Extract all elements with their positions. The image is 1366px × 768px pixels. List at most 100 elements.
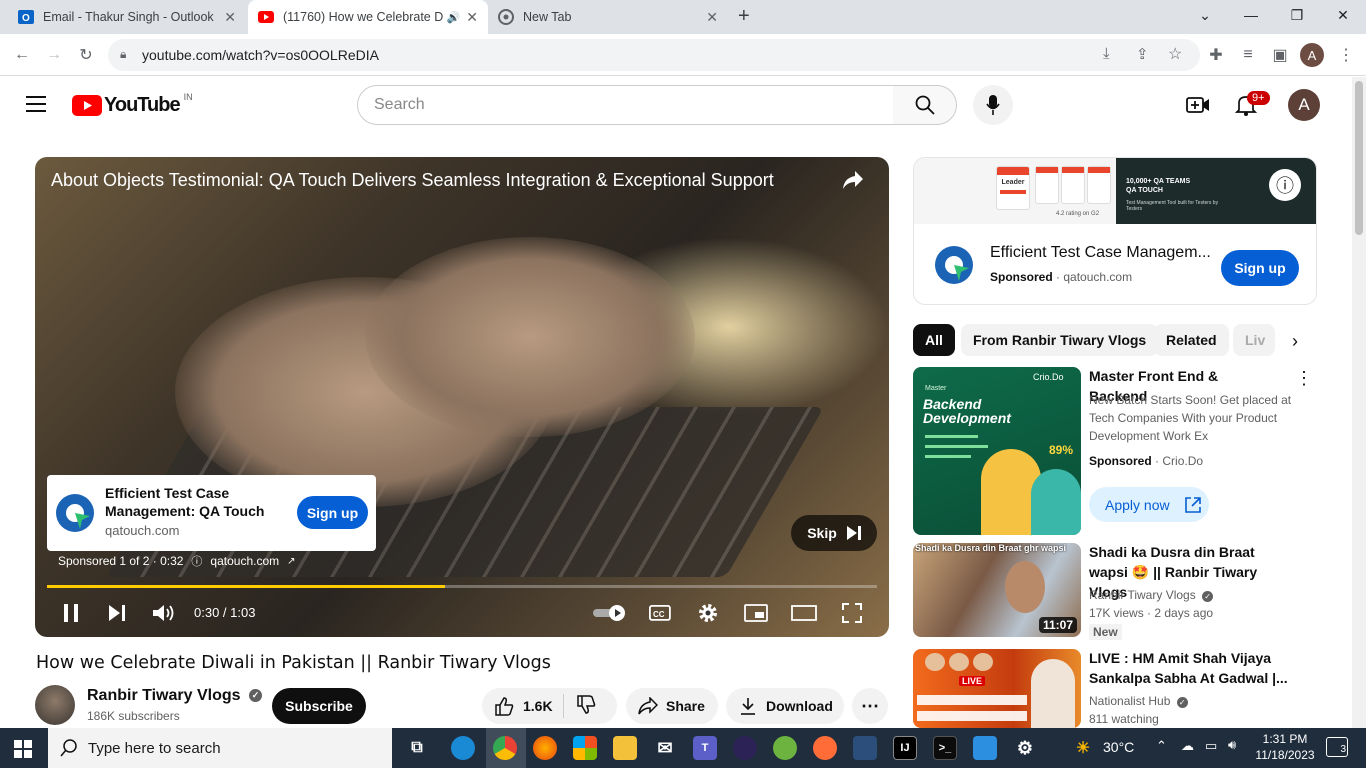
address-bar[interactable]: 🔒︎ youtube.com/watch?v=os0OOLReDIA ⤓ ⇪ ☆ bbox=[108, 39, 1200, 71]
speaker-icon[interactable]: 🔊 bbox=[447, 11, 461, 24]
install-icon[interactable]: ⤓ bbox=[1103, 45, 1110, 62]
taskbar-search-box[interactable]: Type here to search bbox=[48, 728, 392, 768]
video-player[interactable]: About Objects Testimonial: QA Touch Deli… bbox=[35, 157, 889, 637]
url-text[interactable]: youtube.com/watch?v=os0OOLReDIA bbox=[142, 47, 379, 63]
chevron-right-icon[interactable]: › bbox=[1275, 324, 1315, 358]
ad-domain-link[interactable]: qatouch.com bbox=[210, 554, 279, 568]
rec-thumbnail-ad[interactable]: Master Backend Development Crio.Do 89% bbox=[913, 367, 1081, 535]
dislike-button[interactable] bbox=[564, 694, 596, 718]
next-button[interactable] bbox=[102, 599, 132, 627]
tab-search-chevron-icon[interactable]: ⌄ bbox=[1182, 0, 1228, 30]
windows-start-icon[interactable] bbox=[14, 740, 32, 763]
share-icon[interactable]: ⇪ bbox=[1136, 45, 1149, 63]
settings-button[interactable] bbox=[693, 599, 723, 627]
task-view-icon[interactable]: ⧉ bbox=[405, 736, 429, 760]
account-avatar[interactable]: A bbox=[1288, 89, 1320, 121]
rec-channel[interactable]: Ranbir Tiwary Vlogs ✓ bbox=[1089, 586, 1214, 604]
close-tab-icon[interactable]: ✕ bbox=[466, 9, 478, 26]
page-scrollbar[interactable] bbox=[1352, 77, 1366, 728]
close-window-icon[interactable]: ✕ bbox=[1320, 0, 1366, 30]
channel-name[interactable]: Ranbir Tiwary Vlogs ✓ bbox=[87, 687, 262, 705]
more-actions-button[interactable]: ⋯ bbox=[852, 688, 888, 724]
hamburger-menu-icon[interactable] bbox=[26, 96, 46, 112]
chip-related[interactable]: Related bbox=[1154, 324, 1229, 356]
eclipse-icon[interactable] bbox=[733, 736, 757, 760]
volume-tray-icon[interactable]: 🔊︎ bbox=[1228, 737, 1236, 753]
like-button[interactable]: 1.6K bbox=[482, 694, 564, 718]
tab-new-tab[interactable]: New Tab ✕ bbox=[488, 0, 728, 34]
reload-icon[interactable]: ↻ bbox=[73, 42, 99, 68]
terminal-icon[interactable]: >_ bbox=[933, 736, 957, 760]
tab-youtube[interactable]: (11760) How we Celebrate D 🔊 ✕ bbox=[248, 0, 488, 34]
theater-mode-button[interactable] bbox=[789, 599, 819, 627]
ad-card-title[interactable]: Efficient Test Case Management: QA Touch bbox=[105, 484, 275, 520]
scrollbar-thumb[interactable] bbox=[1355, 81, 1363, 235]
ad-overlay-card[interactable]: Efficient Test Case Management: QA Touch… bbox=[47, 475, 376, 551]
store-icon[interactable] bbox=[573, 736, 597, 760]
ad-card-signup-button[interactable]: Sign up bbox=[297, 496, 368, 529]
cloud-icon[interactable]: ☁ bbox=[1181, 738, 1194, 754]
app-icon[interactable] bbox=[973, 736, 997, 760]
share-button[interactable]: Share bbox=[626, 688, 718, 724]
search-button[interactable] bbox=[893, 85, 957, 125]
maximize-icon[interactable]: ❐ bbox=[1274, 0, 1320, 30]
volume-button[interactable] bbox=[149, 599, 179, 627]
info-circle-icon[interactable]: ⓘ bbox=[191, 553, 202, 569]
search-input[interactable]: Search bbox=[357, 85, 894, 125]
autoplay-toggle[interactable] bbox=[592, 599, 628, 627]
hidden-icons-chevron-icon[interactable]: ⌃ bbox=[1156, 738, 1167, 754]
chip-live[interactable]: Liv bbox=[1233, 324, 1275, 356]
forward-icon[interactable]: → bbox=[41, 42, 67, 68]
more-vertical-icon[interactable]: ⋮ bbox=[1295, 368, 1313, 389]
rec-thumbnail[interactable]: Shadi ka Dusra din Braat ghr wapsi 11:07 bbox=[913, 543, 1081, 637]
rec-title[interactable]: LIVE : HM Amit Shah Vijaya Sankalpa Sabh… bbox=[1089, 648, 1294, 688]
settings-gear-icon[interactable]: ⚙ bbox=[1013, 736, 1037, 760]
chip-all[interactable]: All bbox=[913, 324, 955, 356]
skip-ad-button[interactable]: Skip bbox=[791, 515, 877, 551]
download-button[interactable]: Download bbox=[726, 688, 844, 724]
share-arrow-icon[interactable] bbox=[841, 169, 865, 196]
channel-name-text[interactable]: Ranbir Tiwary Vlogs bbox=[87, 687, 241, 704]
new-tab-plus-icon[interactable]: + bbox=[738, 5, 750, 28]
close-tab-icon[interactable]: ✕ bbox=[224, 9, 236, 26]
browser-menu-icon[interactable]: ⋮ bbox=[1333, 42, 1359, 68]
edge-icon[interactable] bbox=[451, 736, 475, 760]
apply-now-button[interactable]: Apply now bbox=[1089, 487, 1209, 522]
sidebar-ad[interactable]: Leader 4.2 rating on G2 10,000+ QA TEAMS… bbox=[913, 157, 1317, 305]
captions-button[interactable]: CC bbox=[645, 599, 675, 627]
postman-icon[interactable] bbox=[813, 736, 837, 760]
weather-icon[interactable]: ☀ bbox=[1071, 736, 1095, 760]
pause-button[interactable] bbox=[56, 599, 86, 627]
mail-icon[interactable]: ✉ bbox=[653, 736, 677, 760]
teams-icon[interactable]: T bbox=[693, 736, 717, 760]
side-panel-icon[interactable]: ▣ bbox=[1267, 42, 1293, 68]
minimize-icon[interactable]: — bbox=[1228, 0, 1274, 30]
ad-progress-bar[interactable] bbox=[47, 585, 877, 588]
spring-icon[interactable] bbox=[773, 736, 797, 760]
rec-channel-text[interactable]: Nationalist Hub bbox=[1089, 694, 1170, 708]
rec-thumbnail[interactable]: LIVE bbox=[913, 649, 1081, 728]
chrome-taskbar-icon[interactable] bbox=[493, 736, 517, 760]
rec-channel[interactable]: Nationalist Hub ✓ bbox=[1089, 692, 1188, 710]
back-icon[interactable]: ← bbox=[9, 42, 35, 68]
chip-from-channel[interactable]: From Ranbir Tiwary Vlogs bbox=[961, 324, 1159, 356]
rec-channel-text[interactable]: Ranbir Tiwary Vlogs bbox=[1089, 588, 1196, 602]
ad-info-icon[interactable]: ⓘ bbox=[1269, 169, 1301, 201]
intellij-icon[interactable]: IJ bbox=[893, 736, 917, 760]
media-control-icon[interactable]: ≡ bbox=[1235, 42, 1261, 68]
channel-avatar[interactable] bbox=[35, 685, 75, 725]
close-tab-icon[interactable]: ✕ bbox=[706, 9, 718, 26]
bookmark-star-icon[interactable]: ☆ bbox=[1168, 44, 1182, 64]
ad-video-title[interactable]: About Objects Testimonial: QA Touch Deli… bbox=[51, 170, 774, 191]
firefox-icon[interactable] bbox=[533, 736, 557, 760]
voice-search-button[interactable] bbox=[973, 85, 1013, 125]
extensions-icon[interactable]: ✚ bbox=[1203, 42, 1229, 68]
browser-profile-avatar[interactable]: A bbox=[1300, 43, 1324, 67]
file-explorer-icon[interactable] bbox=[613, 736, 637, 760]
notification-center-icon[interactable]: 3 bbox=[1326, 737, 1348, 757]
tab-outlook[interactable]: O Email - Thakur Singh - Outlook ✕ bbox=[8, 0, 246, 34]
sidebar-ad-title[interactable]: Efficient Test Case Managem... bbox=[990, 244, 1211, 262]
vscode-like-icon[interactable] bbox=[853, 736, 877, 760]
subscribe-button[interactable]: Subscribe bbox=[272, 688, 366, 724]
external-link-icon[interactable]: ↗ bbox=[287, 556, 295, 567]
